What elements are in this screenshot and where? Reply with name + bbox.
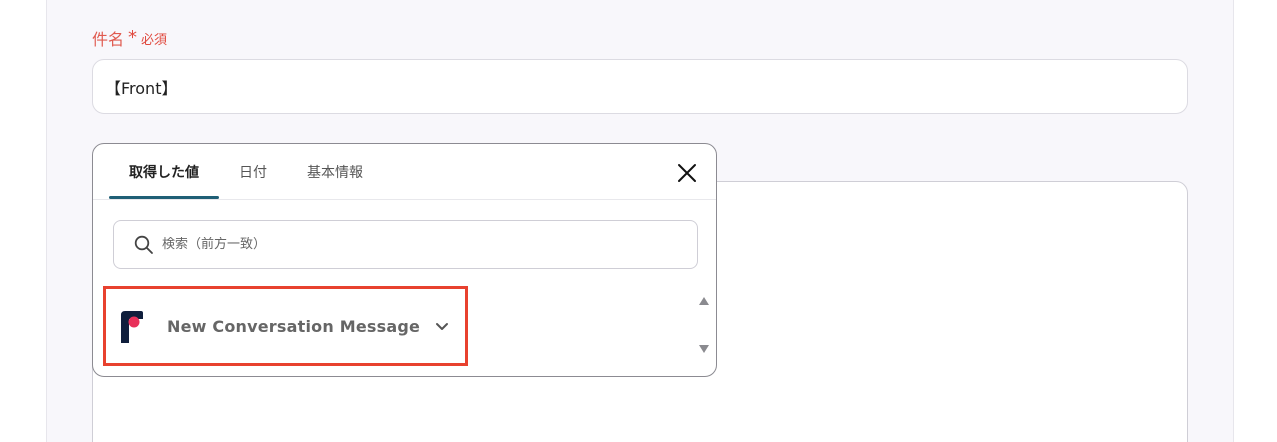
search-input[interactable] — [162, 237, 662, 252]
scroll-up-arrow-icon[interactable] — [698, 296, 710, 306]
front-app-logo-icon — [121, 311, 143, 343]
tab-divider — [93, 199, 716, 200]
picker-tabs: 取得した値 日付 基本情報 — [109, 144, 383, 199]
value-picker-popup: 取得した値 日付 基本情報 New Conversation Message — [92, 143, 717, 377]
tab-basic-info[interactable]: 基本情報 — [287, 144, 383, 199]
required-text: 必須 — [141, 32, 168, 48]
subject-label: 件名 — [92, 30, 125, 49]
search-icon — [134, 235, 153, 254]
list-item-label: New Conversation Message — [167, 316, 421, 336]
close-icon — [678, 164, 696, 182]
close-button[interactable] — [676, 162, 698, 184]
chevron-down-icon[interactable] — [434, 318, 450, 334]
tab-date[interactable]: 日付 — [219, 144, 287, 199]
list-item-new-conversation-message[interactable]: New Conversation Message — [103, 286, 468, 366]
tab-label: 基本情報 — [307, 164, 363, 181]
required-mark: * — [128, 27, 138, 48]
search-box — [113, 220, 698, 269]
tab-label: 日付 — [239, 164, 267, 181]
tab-acquired-values[interactable]: 取得した値 — [109, 144, 219, 199]
subject-input[interactable]: 【Front】 — [92, 59, 1188, 114]
scroll-down-arrow-icon[interactable] — [698, 344, 710, 354]
subject-field-label: 件名 * 必須 — [92, 26, 167, 50]
subject-input-value: 【Front】 — [105, 78, 178, 98]
tab-label: 取得した値 — [129, 164, 199, 181]
